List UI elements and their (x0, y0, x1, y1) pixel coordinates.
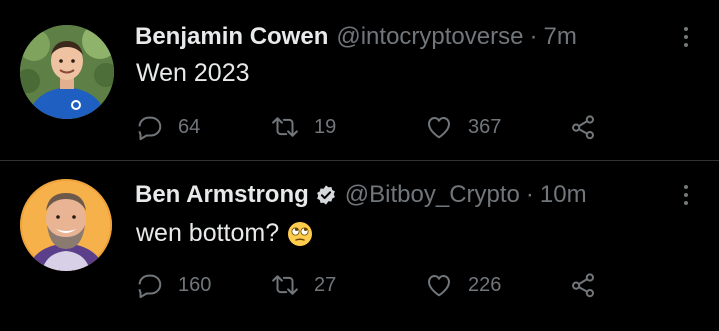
avatar-image (20, 25, 114, 119)
separator: · (525, 181, 534, 208)
more-options-icon[interactable] (676, 22, 696, 52)
tweet-text-content: wen bottom? (136, 219, 280, 247)
display-name[interactable]: Ben Armstrong (135, 181, 309, 209)
face-with-rolling-eyes-icon (287, 221, 313, 247)
tweet-actions: 160 27 226 (134, 268, 614, 302)
retweet-icon (272, 117, 298, 137)
avatar-image (20, 179, 112, 271)
tweet-text-content: Wen 2023 (136, 59, 250, 87)
avatar[interactable] (20, 179, 112, 271)
reply-count: 160 (178, 273, 212, 296)
display-name[interactable]: Benjamin Cowen (135, 23, 328, 51)
tweet-text: wen bottom? (136, 219, 313, 248)
verified-badge-icon (315, 184, 337, 206)
separator: · (529, 23, 538, 50)
share-icon (572, 273, 594, 298)
reply-icon (138, 116, 162, 141)
retweet-button[interactable]: 19 (270, 110, 336, 144)
retweet-count: 27 (314, 273, 337, 296)
tweet-feed: Benjamin Cowen @intocryptoverse · 7m Wen… (0, 0, 719, 331)
more-options-icon[interactable] (676, 180, 696, 210)
avatar[interactable] (20, 25, 114, 119)
reply-count: 64 (178, 115, 201, 138)
heart-icon (428, 275, 450, 297)
tweet-actions: 64 19 367 (134, 110, 614, 144)
retweet-icon (272, 275, 298, 295)
like-count: 226 (468, 273, 502, 296)
retweet-button[interactable]: 27 (270, 268, 336, 302)
tweet[interactable]: Benjamin Cowen @intocryptoverse · 7m Wen… (0, 0, 719, 160)
share-button[interactable] (568, 110, 598, 144)
tweet-header: Ben Armstrong @Bitboy_Crypto · 10m (135, 180, 587, 210)
tweet-header: Benjamin Cowen @intocryptoverse · 7m (135, 22, 577, 52)
timestamp[interactable]: 10m (540, 181, 587, 209)
handle[interactable]: @intocryptoverse (336, 23, 523, 51)
heart-icon (428, 117, 450, 139)
tweet-text: Wen 2023 (136, 59, 250, 88)
like-button[interactable]: 226 (424, 268, 501, 302)
timestamp[interactable]: 7m (543, 23, 576, 51)
handle[interactable]: @Bitboy_Crypto (345, 181, 520, 209)
reply-icon (138, 274, 162, 299)
like-count: 367 (468, 115, 502, 138)
reply-button[interactable]: 160 (134, 268, 211, 302)
tweet[interactable]: Ben Armstrong @Bitboy_Crypto · 10m wen b… (0, 161, 719, 331)
share-icon (572, 115, 594, 140)
retweet-count: 19 (314, 115, 337, 138)
share-button[interactable] (568, 268, 598, 302)
reply-button[interactable]: 64 (134, 110, 200, 144)
like-button[interactable]: 367 (424, 110, 501, 144)
